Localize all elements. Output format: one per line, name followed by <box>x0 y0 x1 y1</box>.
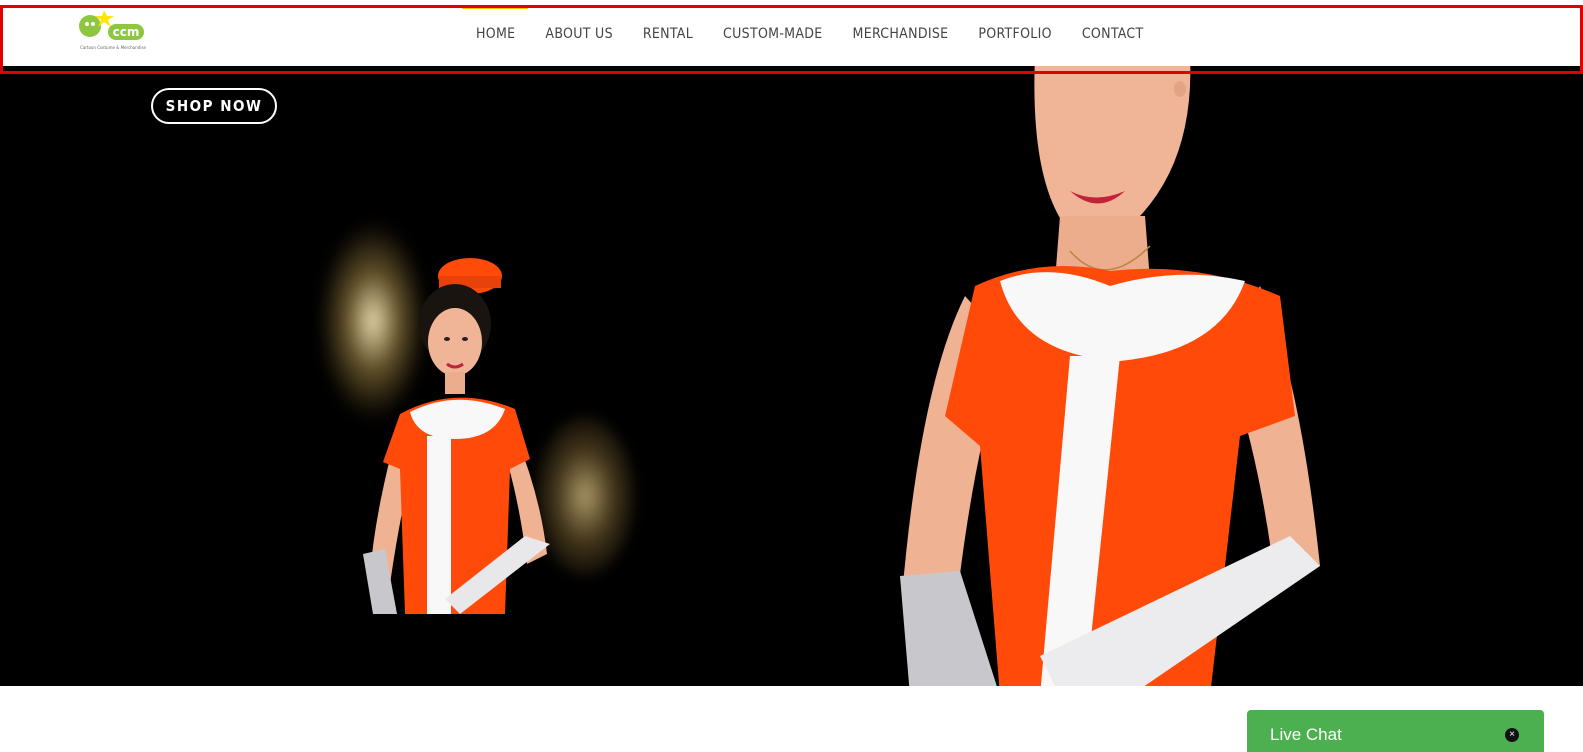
logo-text: ccm <box>113 25 140 39</box>
site-header: ccm Cartoon Costume & Merchandise HOME A… <box>0 0 1583 66</box>
nav-custom-made[interactable]: CUSTOM-MADE <box>723 24 822 44</box>
nav-home[interactable]: HOME <box>461 6 529 44</box>
close-icon[interactable]: × <box>1505 728 1519 742</box>
live-chat-widget[interactable]: Live Chat × <box>1247 710 1544 752</box>
main-nav: HOME ABOUT US RENTAL CUSTOM-MADE MERCHAN… <box>461 6 1174 44</box>
logo-tagline: Cartoon Costume & Merchandise <box>80 45 147 50</box>
live-chat-label: Live Chat <box>1270 725 1342 744</box>
nav-about-us[interactable]: ABOUT US <box>545 24 612 44</box>
nav-contact[interactable]: CONTACT <box>1082 24 1144 44</box>
shop-now-button[interactable]: SHOP NOW <box>151 88 277 124</box>
ccm-logo[interactable]: ccm Cartoon Costume & Merchandise <box>78 8 148 52</box>
model-image-large <box>900 66 1320 686</box>
model-image-small <box>363 258 550 614</box>
nav-merchandise[interactable]: MERCHANDISE <box>853 24 949 44</box>
nav-rental[interactable]: RENTAL <box>643 24 693 44</box>
hero-banner: SHOP NOW <box>0 66 1583 686</box>
nav-portfolio[interactable]: PORTFOLIO <box>978 24 1051 44</box>
